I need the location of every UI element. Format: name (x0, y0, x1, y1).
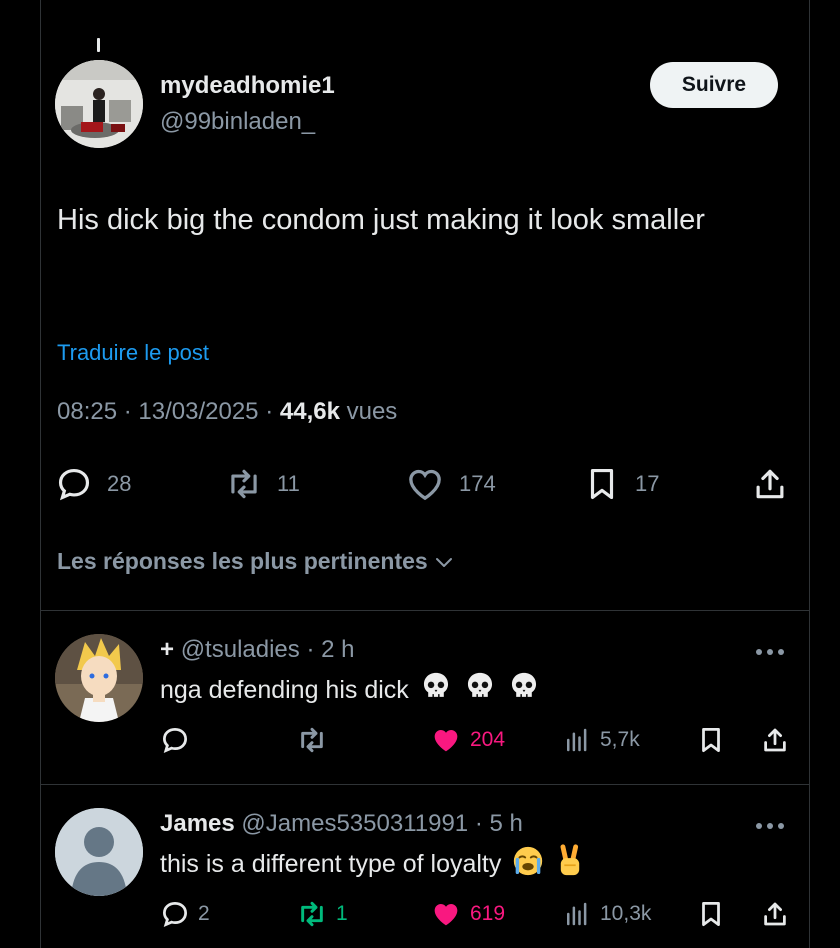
like-count: 619 (470, 902, 506, 925)
meta-separator: · (306, 636, 322, 663)
tweet-text: His dick big the condom just making it l… (57, 204, 705, 236)
replies-sort-selector[interactable]: Les réponses les plus pertinentes (57, 548, 456, 575)
follow-button[interactable]: Suivre (650, 62, 778, 108)
divider (40, 610, 810, 611)
reply-icon (162, 727, 188, 754)
share-button[interactable] (751, 462, 789, 506)
reply-text: nga defending his dick (160, 676, 409, 704)
like-count: 174 (459, 471, 496, 496)
reply-like-button[interactable]: 619 (430, 898, 505, 930)
author-avatar[interactable] (55, 60, 143, 148)
reply-share-button[interactable] (760, 898, 790, 930)
like-count: 204 (470, 728, 506, 751)
reply-time[interactable]: 5 h (490, 810, 523, 837)
translate-post-link[interactable]: Traduire le post (57, 340, 209, 366)
analytics-icon (567, 902, 587, 926)
reply-reply-button[interactable]: 2 (160, 898, 210, 930)
chevron-down-icon (435, 557, 452, 567)
reply-avatar[interactable] (55, 634, 143, 722)
more-icon (756, 649, 784, 655)
bookmark-count: 17 (635, 471, 660, 496)
sort-label: Les réponses les plus pertinentes (57, 548, 428, 574)
reply-views-button[interactable]: 10,3k (562, 898, 651, 930)
reply-handle[interactable]: @tsuladies (181, 636, 300, 663)
views-label: vues (346, 398, 398, 425)
bookmark-button[interactable]: 17 (583, 462, 659, 506)
bookmark-icon (590, 468, 614, 500)
reply-handle[interactable]: @James5350311991 (241, 810, 468, 837)
reply-repost-button[interactable]: 1 (296, 898, 348, 930)
views-count: 10,3k (600, 902, 652, 925)
reply-header: + @tsuladies · 2 h (160, 636, 355, 664)
reply-icon (58, 468, 90, 501)
reply-display-name[interactable]: James (160, 810, 235, 837)
thread-connector-line (97, 38, 100, 52)
author-name[interactable]: mydeadhomie1 (160, 72, 335, 100)
reply-bookmark-button[interactable] (696, 724, 726, 756)
reply-header: James @James5350311991 · 5 h (160, 810, 523, 838)
default-avatar[interactable] (55, 808, 143, 896)
follow-plus-icon[interactable]: + (160, 636, 174, 663)
victory-hand-icon (555, 844, 585, 885)
reply-count: 28 (107, 471, 132, 496)
reply-repost-button[interactable] (296, 724, 336, 756)
divider (40, 784, 810, 785)
tweet-time[interactable]: 08:25 (57, 398, 117, 425)
heart-filled-icon (434, 730, 458, 752)
more-options-button[interactable] (750, 816, 790, 836)
share-icon (764, 902, 786, 926)
skull-icon (507, 670, 541, 711)
skull-icon (463, 670, 497, 711)
views-count: 5,7k (600, 728, 640, 751)
reply-share-button[interactable] (760, 724, 790, 756)
meta-separator: · (123, 398, 139, 425)
bookmark-icon (702, 902, 720, 926)
repost-icon (301, 901, 323, 927)
repost-count: 11 (277, 471, 300, 496)
reply-button[interactable]: 28 (55, 462, 131, 506)
repost-icon (231, 469, 257, 499)
loudly-crying-face-icon (511, 844, 545, 885)
heart-filled-icon (434, 904, 458, 926)
meta-separator: · (474, 810, 483, 837)
reply-icon (162, 901, 188, 928)
share-icon (756, 469, 784, 499)
repost-icon (301, 727, 323, 753)
views-count: 44,6k (279, 398, 340, 425)
reply-text: this is a different type of loyalty (160, 850, 502, 878)
reply-text-row: nga defending his dick (160, 670, 541, 711)
meta-separator: · (265, 398, 280, 425)
heart-icon (409, 469, 441, 501)
more-options-button[interactable] (750, 642, 790, 662)
reply-text-row: this is a different type of loyalty (160, 844, 585, 885)
tweet-metadata: 08:25 · 13/03/2025 · 44,6k vues (57, 398, 397, 426)
reply-like-button[interactable]: 204 (430, 724, 505, 756)
reply-time[interactable]: 2 h (321, 636, 354, 663)
reply-count: 2 (198, 902, 210, 925)
tweet-date[interactable]: 13/03/2025 (138, 398, 258, 425)
tweet-action-bar: 28 11 174 17 (55, 462, 795, 506)
repost-count: 1 (336, 902, 348, 925)
reply-views-button[interactable]: 5,7k (562, 724, 640, 756)
share-icon (764, 728, 786, 752)
bookmark-icon (702, 728, 720, 752)
more-icon (756, 823, 784, 829)
author-handle[interactable]: @99binladen_ (160, 108, 315, 136)
reply-reply-button[interactable] (160, 724, 198, 756)
skull-icon (419, 670, 453, 711)
like-button[interactable]: 174 (405, 462, 496, 506)
repost-button[interactable]: 11 (225, 462, 300, 506)
analytics-icon (567, 728, 587, 752)
reply-bookmark-button[interactable] (696, 898, 726, 930)
